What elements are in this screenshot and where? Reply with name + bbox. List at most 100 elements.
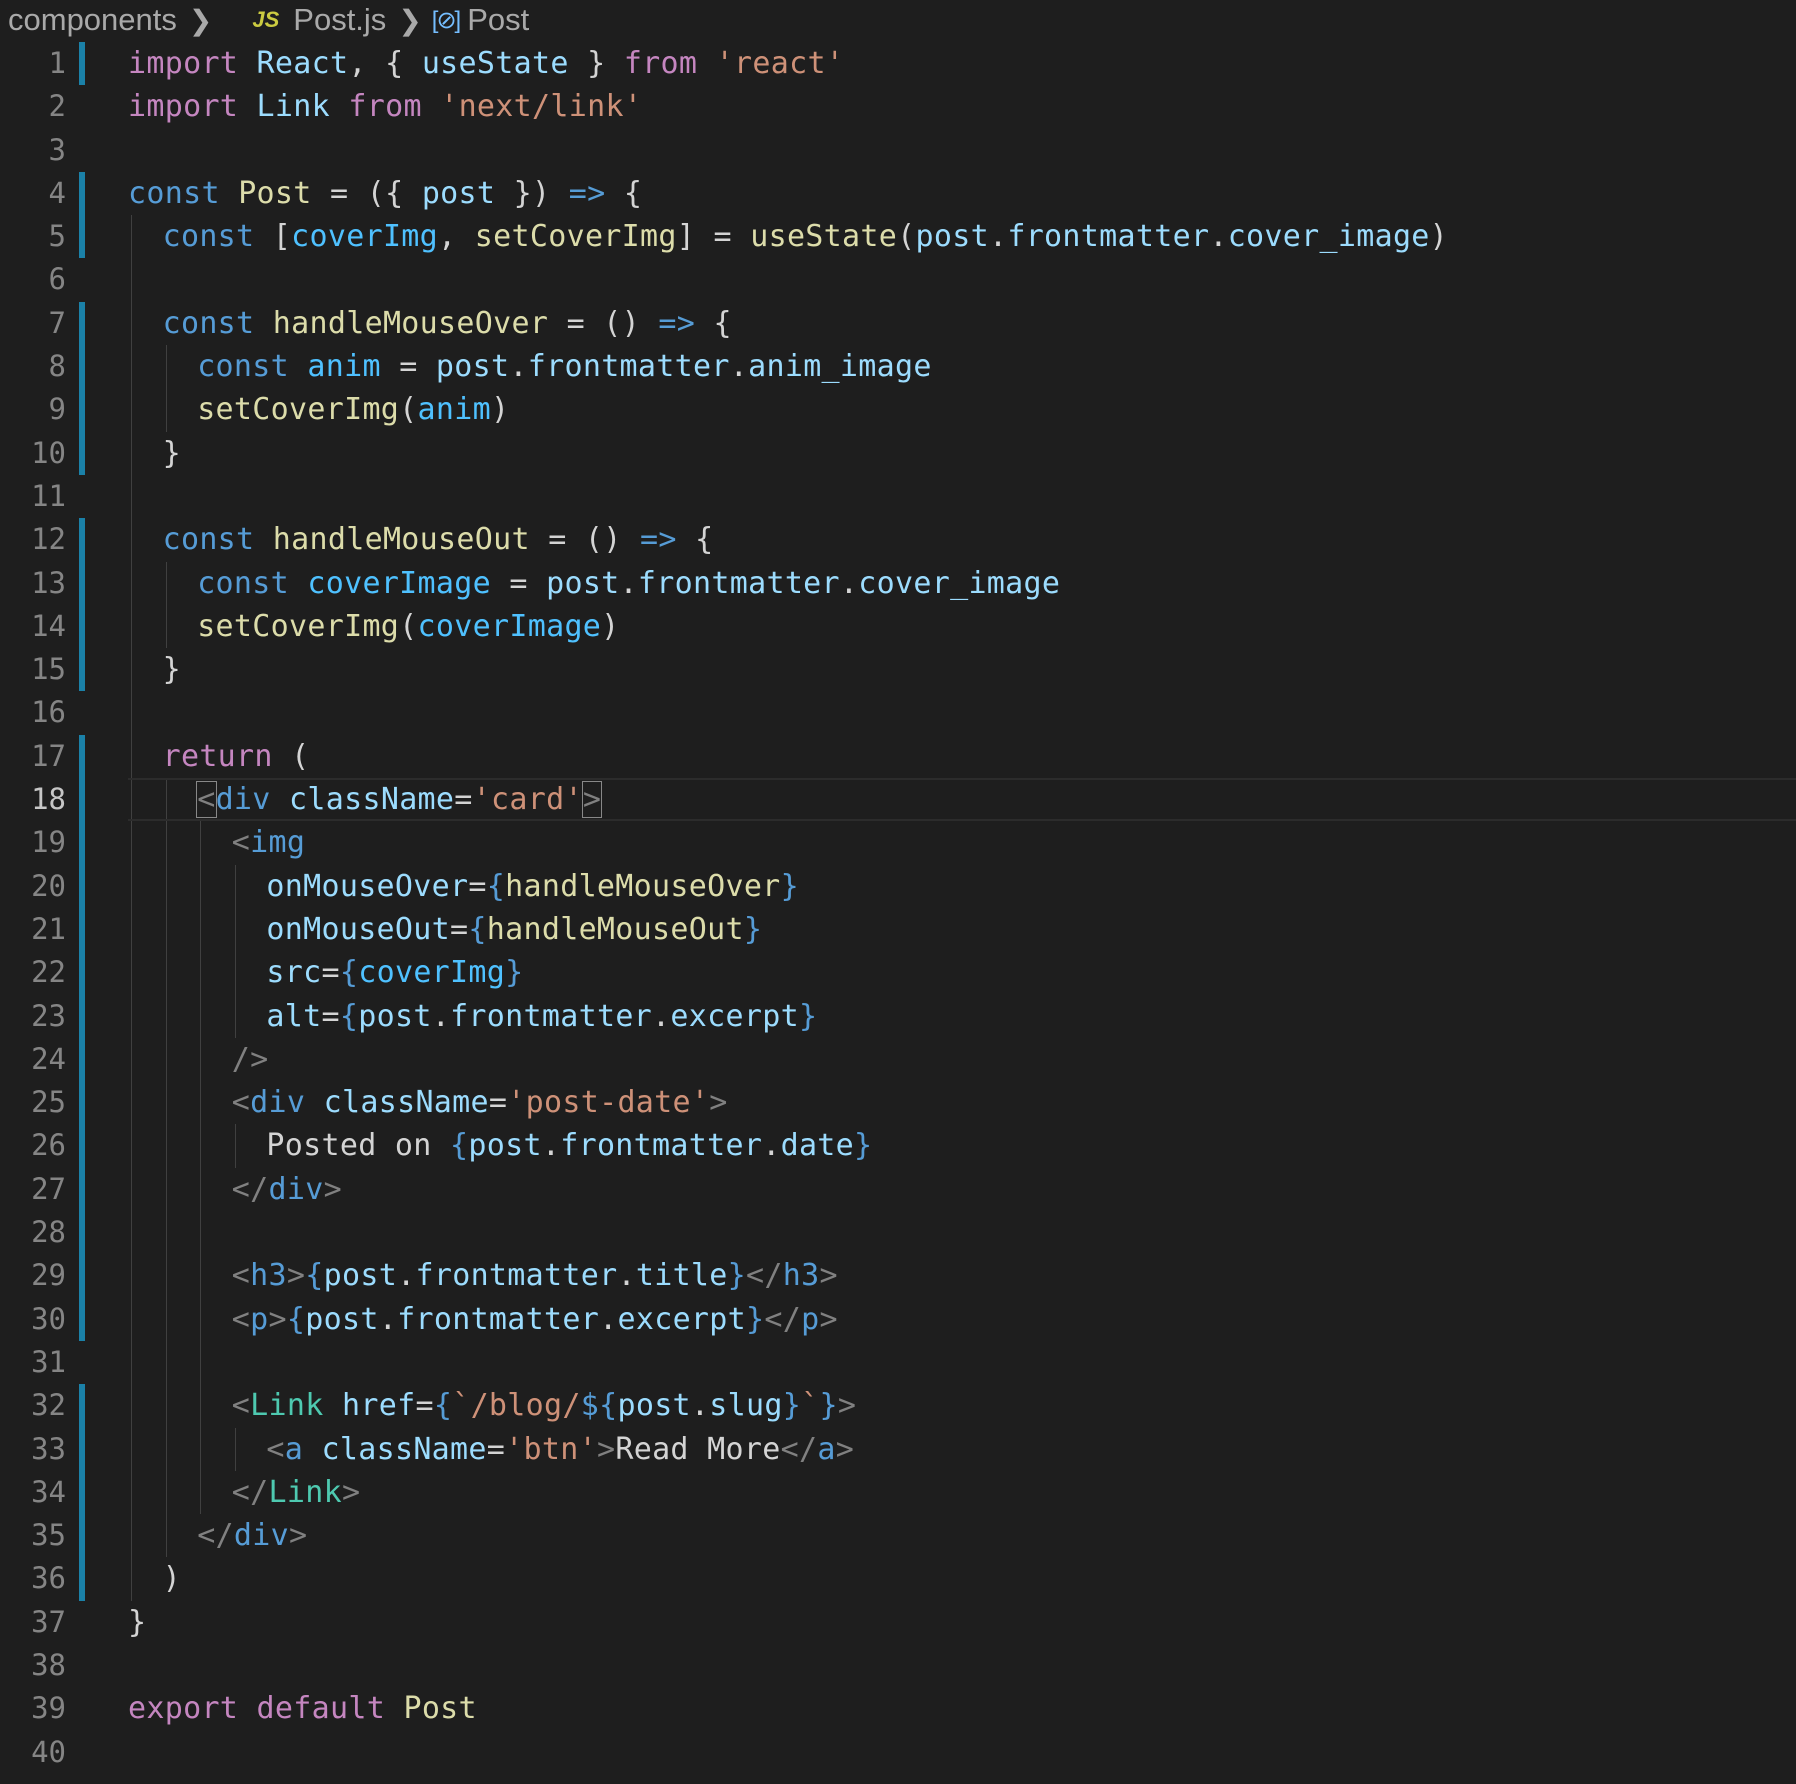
code-line[interactable]: 14 setCoverImg(coverImage): [0, 604, 1796, 649]
modified-line-marker[interactable]: [79, 1037, 85, 1082]
line-number: 18: [31, 782, 66, 817]
code-line[interactable]: 38: [0, 1644, 1796, 1687]
modified-line-marker[interactable]: [79, 1427, 85, 1471]
modified-line-marker[interactable]: [79, 1211, 85, 1255]
modified-line-marker[interactable]: [79, 1384, 85, 1428]
breadcrumb-symbol[interactable]: [⊘] Post: [432, 2, 529, 38]
modified-line-marker[interactable]: [79, 778, 85, 822]
code-line[interactable]: 16: [0, 691, 1796, 735]
code-token: }: [162, 652, 181, 688]
code-editor[interactable]: 1 import React, { useState } from 'react'…: [0, 42, 1796, 1774]
modified-line-marker[interactable]: [79, 301, 85, 346]
modified-line-marker[interactable]: [79, 215, 85, 259]
code-line[interactable]: 1 import React, { useState } from 'react': [0, 42, 1796, 86]
code-line[interactable]: 11: [0, 474, 1796, 519]
code-line[interactable]: 3: [0, 129, 1796, 172]
code-line[interactable]: 6: [0, 258, 1796, 302]
code-line[interactable]: 31: [0, 1340, 1796, 1385]
code-line[interactable]: 20 onMouseOver={handleMouseOver}: [0, 864, 1796, 908]
indent-guide: [131, 1167, 132, 1212]
indent-guide: [131, 691, 132, 735]
indent-guide: [200, 907, 202, 952]
modified-line-marker[interactable]: [79, 1254, 85, 1298]
modified-line-marker[interactable]: [79, 1297, 85, 1341]
code-line[interactable]: 4 const Post = ({ post }) => {: [0, 171, 1796, 216]
indent-guide: [234, 951, 236, 995]
code-line[interactable]: 34 </Link>: [0, 1470, 1796, 1515]
indent-guide: [200, 1297, 202, 1341]
code-line[interactable]: 30 <p>{post.frontmatter.excerpt}</p>: [0, 1297, 1796, 1341]
modified-line-marker[interactable]: [79, 1167, 85, 1212]
code-line[interactable]: 23 alt={post.frontmatter.excerpt}: [0, 994, 1796, 1038]
code-token: handleMouseOut: [272, 522, 530, 558]
modified-line-marker[interactable]: [79, 431, 85, 475]
code-token: default: [256, 1691, 386, 1727]
code-line[interactable]: 19 <img: [0, 821, 1796, 865]
modified-line-marker[interactable]: [79, 864, 85, 908]
code-line[interactable]: 40: [0, 1731, 1796, 1774]
code-line[interactable]: 13 const coverImage = post.frontmatter.co…: [0, 561, 1796, 605]
breadcrumb-folder[interactable]: components: [8, 2, 177, 38]
code-line[interactable]: 39 export default Post: [0, 1687, 1796, 1730]
code-line[interactable]: 2 import Link from 'next/link': [0, 85, 1796, 128]
line-number: 17: [31, 738, 66, 773]
code-token: onMouseOut: [266, 911, 451, 947]
modified-line-marker[interactable]: [79, 561, 85, 605]
code-line[interactable]: 24 />: [0, 1037, 1796, 1082]
modified-line-marker[interactable]: [79, 648, 85, 692]
code-line[interactable]: 28: [0, 1211, 1796, 1255]
code-line[interactable]: 18 <div className='card'>: [0, 778, 1796, 822]
code-line[interactable]: 8 const anim = post.frontmatter.anim_imag…: [0, 345, 1796, 389]
modified-line-marker[interactable]: [79, 994, 85, 1038]
code-line[interactable]: 17 return (: [0, 734, 1796, 779]
modified-line-marker[interactable]: [79, 821, 85, 865]
modified-line-marker[interactable]: [79, 1514, 85, 1558]
code-line[interactable]: 25 <div className='post-date'>: [0, 1081, 1796, 1125]
code-line[interactable]: 21 onMouseOut={handleMouseOut}: [0, 907, 1796, 952]
modified-line-marker[interactable]: [79, 1557, 85, 1601]
indent-guide: [200, 1081, 202, 1125]
code-line[interactable]: 36): [0, 1557, 1796, 1601]
code-line[interactable]: 35 </div>: [0, 1514, 1796, 1558]
modified-line-marker[interactable]: [79, 734, 85, 779]
code-line[interactable]: 10}: [0, 431, 1796, 475]
line-number: 32: [31, 1388, 66, 1423]
modified-line-marker[interactable]: [79, 388, 85, 432]
code-token: const: [162, 305, 255, 341]
breadcrumb-file[interactable]: JS Post.js: [222, 2, 386, 38]
code-line[interactable]: 5 const [coverImg, setCoverImg] = useStat…: [0, 215, 1796, 259]
modified-line-marker[interactable]: [79, 951, 85, 995]
code-token: .: [619, 565, 638, 601]
code-line[interactable]: 9 setCoverImg(anim): [0, 388, 1796, 432]
modified-line-marker[interactable]: [79, 42, 85, 86]
indent-guide: [200, 1384, 202, 1428]
code-text: const handleMouseOver = () => {: [163, 302, 732, 345]
code-line[interactable]: 7 const handleMouseOver = () => {: [0, 301, 1796, 346]
code-line[interactable]: 15}: [0, 648, 1796, 692]
code-line[interactable]: 37}: [0, 1601, 1796, 1644]
line-number: 5: [48, 219, 66, 254]
code-token: .: [617, 1258, 636, 1294]
code-token: <: [231, 1258, 251, 1294]
modified-line-marker[interactable]: [79, 1470, 85, 1515]
code-line[interactable]: 12 const handleMouseOut = () => {: [0, 518, 1796, 562]
modified-line-marker[interactable]: [79, 345, 85, 389]
code-token: h3: [782, 1258, 820, 1294]
modified-line-marker[interactable]: [79, 1124, 85, 1168]
modified-line-marker[interactable]: [79, 518, 85, 562]
code-line[interactable]: 22 src={coverImg}: [0, 951, 1796, 995]
code-line[interactable]: 26 Posted on {post.frontmatter.date}: [0, 1124, 1796, 1168]
indent-guide: [131, 561, 132, 605]
indent-guide: [131, 1081, 132, 1125]
modified-line-marker[interactable]: [79, 171, 85, 216]
indent-guide: [131, 648, 132, 692]
indent-guide: [234, 907, 236, 952]
modified-line-marker[interactable]: [79, 907, 85, 952]
code-text: setCoverImg(anim): [197, 388, 509, 431]
code-line[interactable]: 33 <a className='btn'>Read More</a>: [0, 1427, 1796, 1471]
modified-line-marker[interactable]: [79, 1081, 85, 1125]
code-line[interactable]: 29 <h3>{post.frontmatter.title}</h3>: [0, 1254, 1796, 1298]
code-line[interactable]: 32 <Link href={`/blog/${post.slug}`}>: [0, 1384, 1796, 1428]
code-line[interactable]: 27 </div>: [0, 1167, 1796, 1212]
modified-line-marker[interactable]: [79, 604, 85, 649]
